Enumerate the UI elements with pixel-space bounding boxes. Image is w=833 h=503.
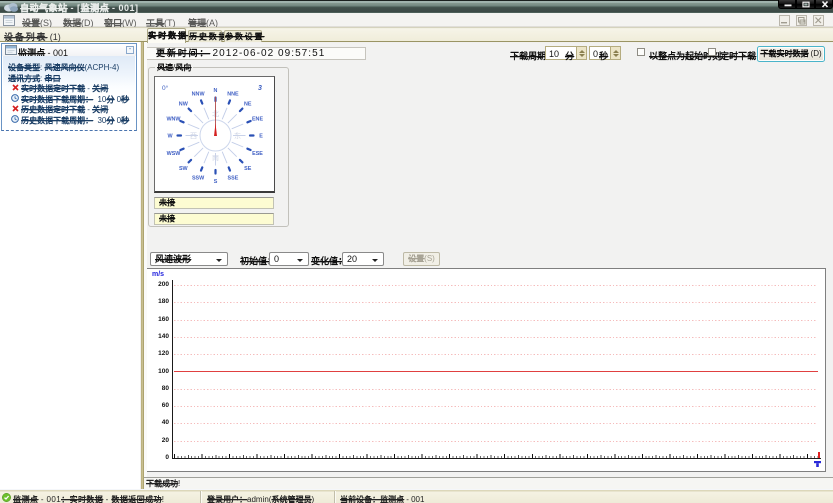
svg-text:ESE: ESE: [252, 151, 263, 157]
svg-text:S: S: [214, 179, 218, 185]
svg-text:ENE: ENE: [252, 116, 263, 122]
svg-text:NE: NE: [244, 101, 252, 107]
svg-text:SSW: SSW: [192, 175, 205, 181]
svg-text:N: N: [214, 88, 218, 94]
svg-text:WSW: WSW: [167, 151, 182, 157]
svg-text:WNW: WNW: [166, 116, 181, 122]
svg-text:NW: NW: [179, 101, 189, 107]
svg-text:E: E: [259, 133, 263, 139]
svg-text:NNW: NNW: [192, 91, 206, 97]
svg-text:NNE: NNE: [227, 91, 239, 97]
svg-text:西: 西: [190, 132, 197, 140]
svg-text:W: W: [167, 133, 173, 139]
svg-text:0°: 0°: [162, 84, 169, 92]
svg-text:SE: SE: [244, 165, 252, 171]
svg-text:南: 南: [212, 153, 219, 162]
svg-text:东: 东: [234, 131, 241, 140]
svg-text:3: 3: [258, 85, 262, 92]
svg-text:SW: SW: [179, 165, 189, 171]
svg-text:SSE: SSE: [228, 175, 239, 181]
